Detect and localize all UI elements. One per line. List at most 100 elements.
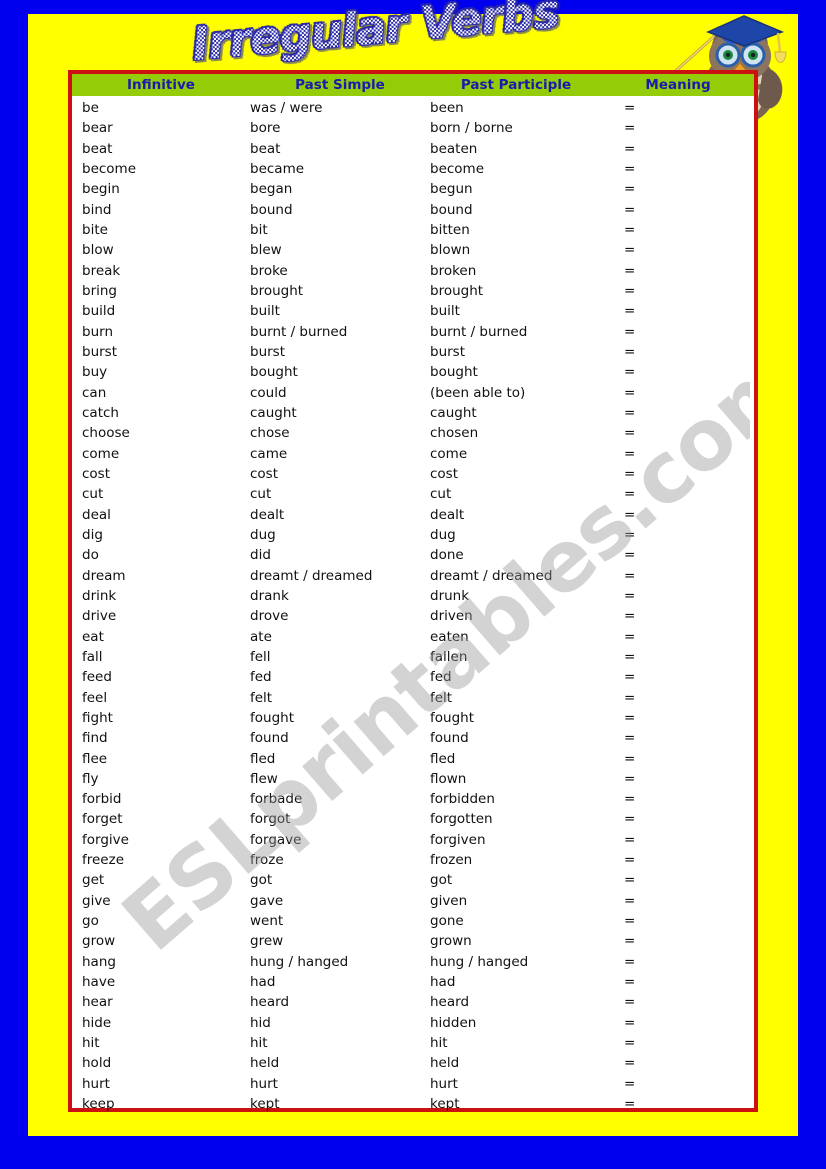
cell-past-participle: flown: [430, 770, 467, 787]
cell-infinitive: become: [82, 160, 137, 177]
cell-infinitive: be: [82, 100, 99, 116]
cell-past-participle: eaten: [430, 628, 469, 645]
cell-past-simple: could: [250, 384, 287, 401]
cell-infinitive: go: [82, 913, 99, 930]
cell-past-participle: brought: [430, 282, 484, 299]
cell-past-simple: kept: [250, 1096, 280, 1113]
cell-past-simple: burst: [250, 343, 286, 360]
cell-meaning: =: [624, 852, 636, 869]
table-row: hurt hurt hurt =: [72, 1074, 754, 1094]
cell-past-simple: went: [250, 913, 284, 930]
cell-meaning: =: [624, 750, 636, 767]
cell-past-simple: held: [250, 1055, 280, 1072]
cell-infinitive: hold: [82, 1055, 112, 1072]
cell-meaning: =: [624, 364, 636, 381]
cell-meaning: =: [624, 1096, 636, 1113]
table-row: give gave given =: [72, 891, 754, 911]
cell-past-participle: had: [430, 974, 456, 991]
cell-meaning: =: [624, 1055, 636, 1072]
cell-meaning: =: [624, 831, 636, 848]
table-row: bind bound bound =: [72, 200, 754, 220]
cell-past-participle: become: [430, 160, 485, 177]
table-row: choose chose chosen =: [72, 423, 754, 443]
cell-meaning: =: [624, 140, 636, 157]
cell-infinitive: build: [82, 303, 116, 320]
cell-meaning: =: [624, 669, 636, 686]
cell-past-participle: found: [430, 730, 469, 747]
table-row: go went gone =: [72, 911, 754, 931]
table-row: can could (been able to) =: [72, 383, 754, 403]
cell-meaning: =: [624, 303, 636, 320]
cell-meaning: =: [624, 221, 636, 238]
cell-meaning: =: [624, 872, 636, 889]
cell-meaning: =: [624, 486, 636, 503]
cell-infinitive: grow: [82, 933, 116, 950]
table-row: become became become =: [72, 159, 754, 179]
cell-infinitive: fall: [82, 648, 103, 665]
cell-meaning: =: [624, 100, 636, 116]
cell-infinitive: hide: [82, 1014, 112, 1031]
cell-infinitive: bind: [82, 201, 112, 218]
cell-past-simple: began: [250, 181, 293, 198]
table-row: dig dug dug =: [72, 525, 754, 545]
cell-past-simple: cut: [250, 486, 272, 503]
cell-infinitive: hurt: [82, 1075, 110, 1092]
table-row: bring brought brought =: [72, 281, 754, 301]
cell-infinitive: deal: [82, 506, 111, 523]
cell-infinitive: burst: [82, 343, 118, 360]
cell-past-participle: dreamt / dreamed: [430, 567, 553, 584]
table-row: eat ate eaten =: [72, 627, 754, 647]
cell-meaning: =: [624, 201, 636, 218]
cell-past-participle: bought: [430, 364, 478, 381]
cell-meaning: =: [624, 404, 636, 421]
table-row: cost cost cost =: [72, 464, 754, 484]
cell-past-participle: frozen: [430, 852, 473, 869]
cell-meaning: =: [624, 770, 636, 787]
cell-past-participle: hidden: [430, 1014, 477, 1031]
table-row: forgive forgave forgiven =: [72, 830, 754, 850]
cell-meaning: =: [624, 343, 636, 360]
table-body: be was / were been = bear bore born / borne = be…: [72, 96, 754, 1114]
cell-past-simple: fled: [250, 750, 276, 767]
cell-past-participle: chosen: [430, 425, 479, 442]
table-row: beat beat beaten =: [72, 139, 754, 159]
cell-infinitive: dig: [82, 526, 103, 543]
cell-past-participle: hit: [430, 1035, 448, 1052]
table-row: feed fed fed =: [72, 667, 754, 687]
cell-past-simple: beat: [250, 140, 281, 157]
table-row: fall fell fallen =: [72, 647, 754, 667]
cell-past-simple: forbade: [250, 791, 303, 808]
cell-meaning: =: [624, 892, 636, 909]
cell-past-participle: got: [430, 872, 453, 889]
cell-infinitive: blow: [82, 242, 114, 259]
table-row: bite bit bitten =: [72, 220, 754, 240]
cell-infinitive: feed: [82, 669, 112, 686]
cell-past-simple: bought: [250, 364, 298, 381]
cell-past-participle: done: [430, 547, 464, 564]
cell-past-simple: heard: [250, 994, 290, 1011]
column-header-infinitive: Infinitive: [127, 77, 195, 93]
cell-past-simple: found: [250, 730, 289, 747]
cell-infinitive: find: [82, 730, 108, 747]
table-row: do did done =: [72, 545, 754, 565]
table-row: build built built =: [72, 301, 754, 321]
cell-past-participle: fallen: [430, 648, 468, 665]
cell-past-participle: driven: [430, 608, 473, 625]
cell-infinitive: forgive: [82, 831, 129, 848]
cell-meaning: =: [624, 933, 636, 950]
cell-past-participle: dealt: [430, 506, 465, 523]
cell-meaning: =: [624, 1014, 636, 1031]
cell-infinitive: can: [82, 384, 107, 401]
cell-past-participle: broken: [430, 262, 477, 279]
cell-infinitive: drink: [82, 587, 117, 604]
cell-meaning: =: [624, 730, 636, 747]
cell-infinitive: fight: [82, 709, 113, 726]
irregular-verbs-table: Infinitive Past Simple Past Participle M…: [68, 70, 758, 1112]
cell-past-simple: blew: [250, 242, 282, 259]
cell-past-simple: fell: [250, 648, 271, 665]
cell-past-simple: fed: [250, 669, 272, 686]
cell-past-participle: been: [430, 100, 464, 116]
cell-meaning: =: [624, 242, 636, 259]
cell-infinitive: hit: [82, 1035, 100, 1052]
cell-past-participle: given: [430, 892, 468, 909]
